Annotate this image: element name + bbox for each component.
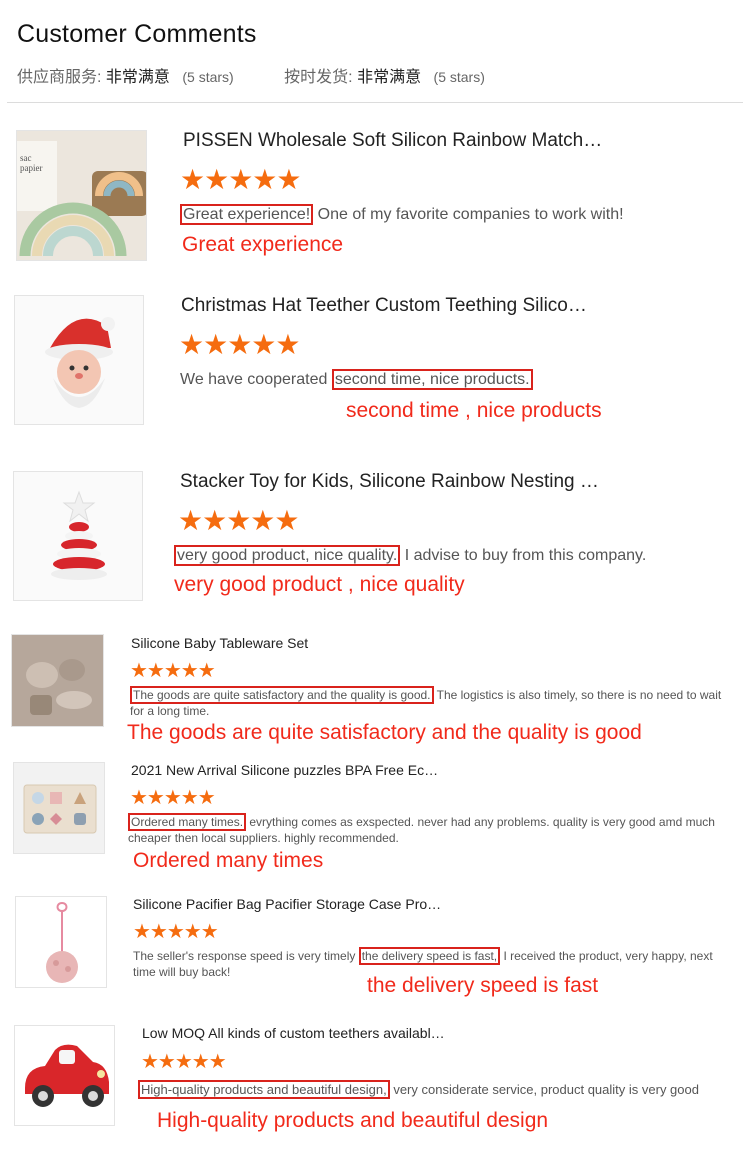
rating-service-value: 非常满意 (105, 69, 170, 86)
header-divider (7, 102, 743, 103)
star-rating: ★★★★★ (130, 787, 216, 809)
svg-text:sac: sac (20, 153, 32, 163)
annotation-label: High-quality products and beautiful desi… (157, 1109, 549, 1132)
annotation-label: very good product , nice quality (174, 573, 465, 596)
review-comment: Ordered many times. evrything comes as e… (128, 813, 735, 846)
comment-highlight: Ordered many times. (128, 813, 247, 831)
rating-delivery-value: 非常满意 (357, 69, 422, 86)
product-title[interactable]: Silicone Baby Tableware Set (131, 635, 691, 651)
product-image[interactable] (14, 1025, 115, 1126)
product-title[interactable]: Christmas Hat Teether Custom Teething Si… (181, 295, 701, 317)
comment-text: I advise to buy from this company. (400, 547, 647, 564)
star-rating: ★★★★★ (180, 164, 302, 195)
comment-text: very considerate service, product qualit… (389, 1082, 699, 1097)
comment-highlight: second time, nice products. (331, 369, 533, 390)
review-comment: We have cooperated second time, nice pro… (180, 369, 533, 391)
rating-service: 供应商服务: 非常满意 (5 stars) (17, 63, 234, 87)
comment-highlight: the delivery speed is fast, (358, 947, 501, 965)
star-rating: ★★★★★ (133, 921, 219, 943)
product-image[interactable] (15, 896, 107, 988)
product-image[interactable] (13, 762, 105, 854)
rating-service-label: 供应商服务: (17, 69, 102, 86)
svg-text:papier: papier (20, 163, 43, 173)
product-image[interactable] (11, 634, 104, 727)
comment-highlight: Great experience! (180, 204, 314, 225)
annotation-label: Great experience (182, 233, 344, 256)
review-comment: The goods are quite satisfactory and the… (130, 686, 735, 719)
comment-highlight: High-quality products and beautiful desi… (138, 1080, 390, 1099)
supplier-ratings: 供应商服务: 非常满意 (5 stars) 按时发货: 非常满意 (5 star… (17, 63, 531, 87)
annotation-label: the delivery speed is fast (367, 974, 599, 997)
page-title: Customer Comments (17, 20, 257, 48)
product-image[interactable]: sac papier (16, 130, 147, 261)
annotation-label: Ordered many times (133, 849, 324, 872)
star-rating: ★★★★★ (130, 660, 216, 682)
product-image[interactable] (13, 471, 143, 601)
annotation-label: The goods are quite satisfactory and the… (127, 721, 642, 744)
review-comment: High-quality products and beautiful desi… (138, 1080, 738, 1099)
comments-header: Customer Comments 供应商服务: 非常满意 (5 stars) … (0, 0, 750, 104)
product-title[interactable]: PISSEN Wholesale Soft Silicon Rainbow Ma… (183, 130, 703, 152)
rating-delivery-stars: (5 stars) (433, 69, 485, 85)
annotation-label: second time , nice products (346, 399, 602, 422)
comment-text: We have cooperated (180, 371, 332, 388)
rating-delivery: 按时发货: 非常满意 (5 stars) (284, 63, 485, 87)
rating-service-stars: (5 stars) (182, 69, 234, 85)
review-comment: Great experience! One of my favorite com… (180, 204, 624, 226)
product-title[interactable]: Stacker Toy for Kids, Silicone Rainbow N… (180, 471, 700, 493)
star-rating: ★★★★★ (178, 505, 300, 536)
product-title[interactable]: Low MOQ All kinds of custom teethers ava… (142, 1025, 702, 1041)
star-rating: ★★★★★ (141, 1051, 227, 1073)
product-image[interactable] (14, 295, 144, 425)
comment-text: The seller's response speed is very time… (133, 949, 359, 963)
review-comment: very good product, nice quality. I advis… (174, 545, 647, 567)
comment-highlight: very good product, nice quality. (174, 545, 401, 566)
product-title[interactable]: 2021 New Arrival Silicone puzzles BPA Fr… (131, 762, 691, 778)
comment-text: One of my favorite companies to work wit… (313, 206, 624, 223)
product-title[interactable]: Silicone Pacifier Bag Pacifier Storage C… (133, 896, 693, 912)
star-rating: ★★★★★ (179, 329, 301, 360)
rating-delivery-label: 按时发货: (284, 69, 353, 86)
comment-highlight: The goods are quite satisfactory and the… (130, 686, 434, 704)
